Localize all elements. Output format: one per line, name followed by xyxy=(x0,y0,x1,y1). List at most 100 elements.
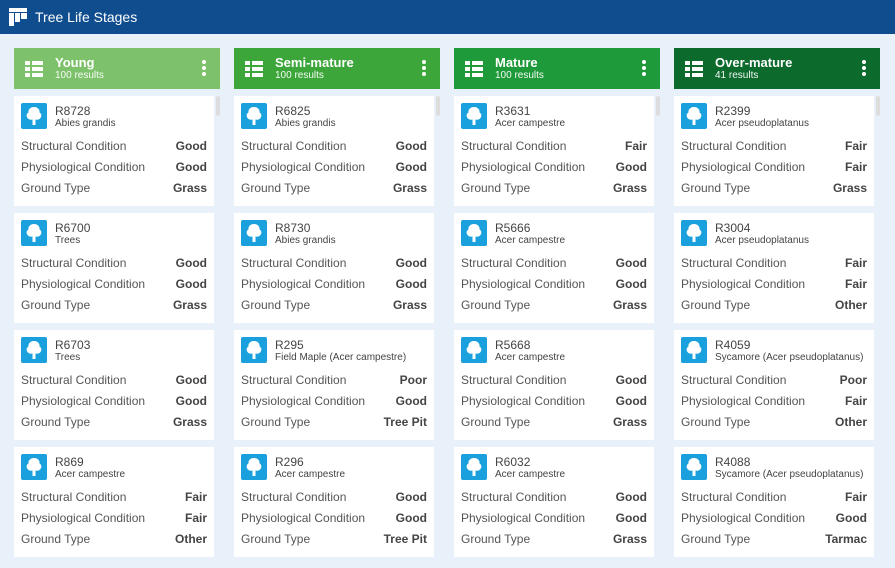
ground-value: Grass xyxy=(832,180,867,195)
tree-card[interactable]: R6700 Trees Structural Condition Good Phy… xyxy=(14,213,214,323)
ground-value: Tree Pit xyxy=(383,531,427,546)
tree-species: Abies grandis xyxy=(55,118,116,129)
ground-value: Grass xyxy=(172,180,207,195)
physiological-value: Good xyxy=(175,277,207,292)
structural-row: Structural Condition Fair xyxy=(681,487,867,508)
structural-row: Structural Condition Fair xyxy=(461,136,647,157)
ground-label: Ground Type xyxy=(21,531,91,546)
physiological-value: Good xyxy=(395,160,427,175)
tree-id: R4088 xyxy=(715,455,751,469)
tree-card[interactable]: R869 Acer campestre Structural Condition… xyxy=(14,447,214,557)
column-header: Over-mature 41 results xyxy=(674,48,880,89)
structural-row: Structural Condition Good xyxy=(461,370,647,391)
tree-card[interactable]: R296 Acer campestre Structural Condition… xyxy=(234,447,434,557)
physiological-value: Fair xyxy=(844,160,867,175)
tree-species: Sycamore (Acer pseudoplatanus) xyxy=(715,352,864,363)
physiological-label: Physiological Condition xyxy=(21,511,146,526)
card-list[interactable]: R3631 Acer campestre Structural Conditio… xyxy=(454,96,660,557)
tree-id: R5666 xyxy=(495,221,531,235)
structural-row: Structural Condition Good xyxy=(241,253,427,274)
ground-value: Grass xyxy=(172,297,207,312)
column-count: 100 results xyxy=(275,69,324,81)
physiological-value: Fair xyxy=(844,394,867,409)
card-list[interactable]: R6825 Abies grandis Structural Condition… xyxy=(234,96,440,557)
scrollbar[interactable] xyxy=(216,96,220,116)
physiological-value: Fair xyxy=(844,277,867,292)
tree-card[interactable]: R3004 Acer pseudoplatanus Structural Con… xyxy=(674,213,874,323)
ground-value: Grass xyxy=(612,414,647,429)
tree-card[interactable]: R2399 Acer pseudoplatanus Structural Con… xyxy=(674,96,874,206)
ground-row: Ground Type Grass xyxy=(241,177,427,198)
tree-card[interactable]: R8728 Abies grandis Structural Condition… xyxy=(14,96,214,206)
tree-card[interactable]: R5668 Acer campestre Structural Conditio… xyxy=(454,330,654,440)
ground-row: Ground Type Grass xyxy=(461,294,647,315)
structural-label: Structural Condition xyxy=(461,490,567,505)
stage-column: Over-mature 41 results R2399 Acer pseudo… xyxy=(674,48,880,568)
ground-label: Ground Type xyxy=(21,180,91,195)
tree-card[interactable]: R5666 Acer campestre Structural Conditio… xyxy=(454,213,654,323)
column-header: Semi-mature 100 results xyxy=(234,48,440,89)
tree-id: R2399 xyxy=(715,104,751,118)
scrollbar[interactable] xyxy=(656,96,660,116)
more-vert-icon[interactable] xyxy=(202,60,206,76)
tree-card[interactable]: R4088 Sycamore (Acer pseudoplatanus) Str… xyxy=(674,447,874,557)
scrollbar[interactable] xyxy=(876,96,880,116)
more-vert-icon[interactable] xyxy=(862,60,866,76)
board: Young 100 results R8728 Abies grandis St… xyxy=(14,48,880,568)
tree-card[interactable]: R3631 Acer campestre Structural Conditio… xyxy=(454,96,654,206)
list-icon xyxy=(25,60,43,77)
tree-card[interactable]: R6032 Acer campestre Structural Conditio… xyxy=(454,447,654,557)
tree-species: Acer pseudoplatanus xyxy=(715,235,809,246)
physiological-value: Good xyxy=(615,160,647,175)
structural-value: Fair xyxy=(844,256,867,271)
tree-icon xyxy=(21,103,47,129)
physiological-value: Good xyxy=(395,394,427,409)
ground-label: Ground Type xyxy=(461,180,531,195)
tree-species: Trees xyxy=(55,352,81,363)
structural-row: Structural Condition Poor xyxy=(681,370,867,391)
physiological-row: Physiological Condition Fair xyxy=(681,274,867,295)
physiological-value: Good xyxy=(615,277,647,292)
ground-label: Ground Type xyxy=(241,414,311,429)
scrollbar[interactable] xyxy=(436,96,440,116)
ground-label: Ground Type xyxy=(461,414,531,429)
column-count: 100 results xyxy=(495,69,544,81)
ground-label: Ground Type xyxy=(681,180,751,195)
ground-value: Grass xyxy=(392,180,427,195)
structural-label: Structural Condition xyxy=(681,256,787,271)
physiological-label: Physiological Condition xyxy=(241,160,366,175)
physiological-row: Physiological Condition Good xyxy=(241,274,427,295)
physiological-label: Physiological Condition xyxy=(681,160,806,175)
tree-icon xyxy=(461,337,487,363)
structural-value: Poor xyxy=(399,373,427,388)
tree-icon xyxy=(461,220,487,246)
more-vert-icon[interactable] xyxy=(642,60,646,76)
card-list[interactable]: R8728 Abies grandis Structural Condition… xyxy=(14,96,220,557)
tree-card[interactable]: R4059 Sycamore (Acer pseudoplatanus) Str… xyxy=(674,330,874,440)
structural-label: Structural Condition xyxy=(461,139,567,154)
structural-row: Structural Condition Good xyxy=(21,253,207,274)
structural-value: Good xyxy=(395,256,427,271)
tree-icon xyxy=(461,454,487,480)
tree-card[interactable]: R8730 Abies grandis Structural Condition… xyxy=(234,213,434,323)
tree-card[interactable]: R6703 Trees Structural Condition Good Phy… xyxy=(14,330,214,440)
tree-card[interactable]: R295 Field Maple (Acer campestre) Struct… xyxy=(234,330,434,440)
tree-card[interactable]: R6825 Abies grandis Structural Condition… xyxy=(234,96,434,206)
more-vert-icon[interactable] xyxy=(422,60,426,76)
tree-id: R295 xyxy=(275,338,304,352)
ground-label: Ground Type xyxy=(241,297,311,312)
structural-row: Structural Condition Good xyxy=(461,487,647,508)
tree-species: Acer pseudoplatanus xyxy=(715,118,809,129)
physiological-label: Physiological Condition xyxy=(241,394,366,409)
card-list[interactable]: R2399 Acer pseudoplatanus Structural Con… xyxy=(674,96,880,557)
stage-column: Young 100 results R8728 Abies grandis St… xyxy=(14,48,220,568)
physiological-row: Physiological Condition Good xyxy=(681,508,867,529)
structural-label: Structural Condition xyxy=(681,490,787,505)
tree-icon xyxy=(241,454,267,480)
ground-value: Grass xyxy=(172,414,207,429)
ground-row: Ground Type Grass xyxy=(461,411,647,432)
tree-icon xyxy=(241,337,267,363)
physiological-value: Good xyxy=(615,511,647,526)
physiological-row: Physiological Condition Good xyxy=(241,391,427,412)
list-icon xyxy=(465,60,483,77)
